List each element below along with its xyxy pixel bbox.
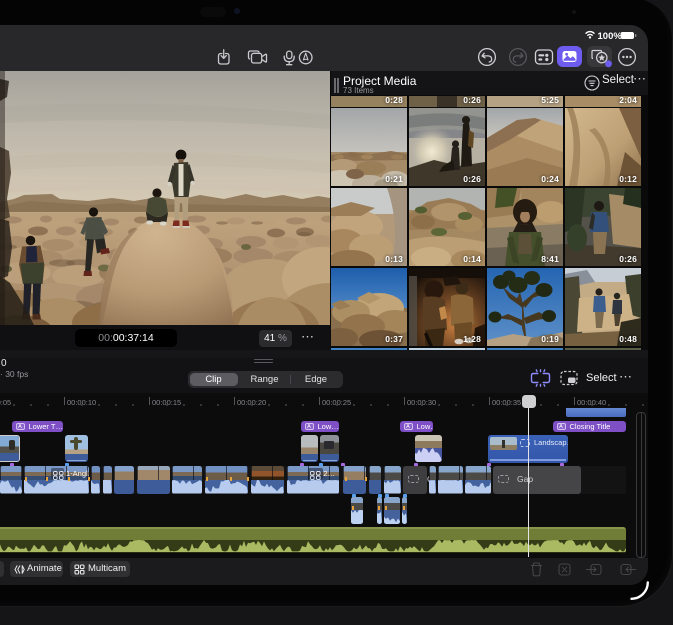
svg-text:100%: 100% <box>598 31 623 42</box>
